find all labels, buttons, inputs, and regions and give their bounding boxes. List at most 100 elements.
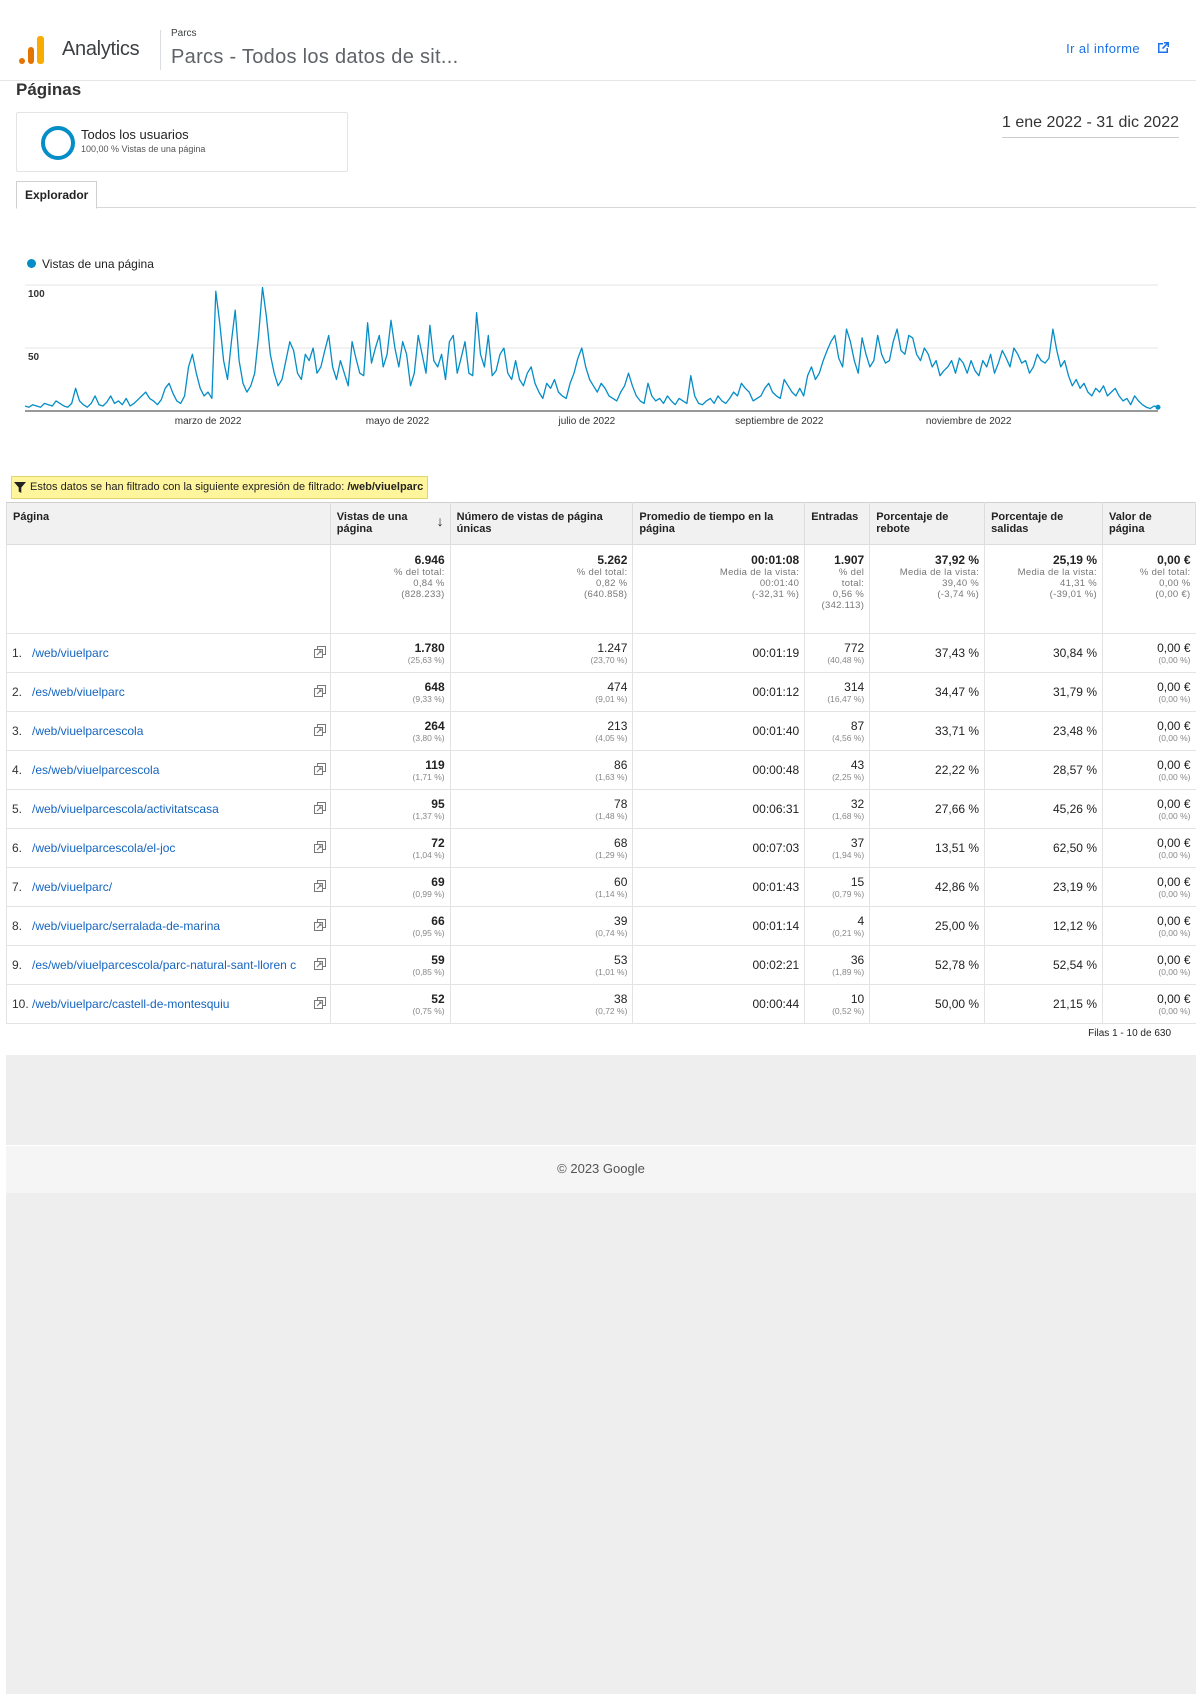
total-entries-label-1: % del bbox=[838, 567, 865, 578]
table-row[interactable]: 8./web/viuelparc/serralada-de-marina 66 (0… bbox=[6, 906, 1196, 946]
unique-value: 1.247 bbox=[597, 640, 628, 655]
views-pct: (1,71 %) bbox=[412, 771, 445, 782]
page-link[interactable]: /web/viuelparc/castell-de-montesquiu bbox=[32, 997, 229, 1011]
sort-desc-icon[interactable]: ↓ bbox=[437, 513, 444, 529]
table-row[interactable]: 3./web/viuelparcescola 264 (3,80 %) 213 (4,0… bbox=[6, 711, 1196, 751]
app-name[interactable]: Analytics bbox=[62, 38, 140, 61]
col-header-exits[interactable]: Porcentaje de salidas bbox=[984, 502, 1103, 545]
page-link[interactable]: /web/viuelparc bbox=[32, 646, 109, 660]
open-page-icon[interactable] bbox=[313, 685, 326, 697]
open-page-icon[interactable] bbox=[313, 919, 326, 931]
total-value: 0,00 € bbox=[1157, 553, 1191, 567]
bounce-value: 42,86 % bbox=[935, 879, 980, 894]
value-cell: 0,00 € (0,00 %) bbox=[1102, 945, 1196, 985]
page-link[interactable]: /web/viuelparc/ bbox=[32, 880, 112, 894]
segment-name: Todos los usuarios bbox=[81, 127, 189, 142]
total-entries: 1.907 bbox=[834, 553, 865, 567]
col-header-unique[interactable]: Número de vistas de página únicas bbox=[449, 502, 634, 545]
value-value: 0,00 € bbox=[1157, 991, 1191, 1006]
col-header-entries[interactable]: Entradas bbox=[804, 502, 871, 545]
bounce-value: 50,00 % bbox=[935, 996, 980, 1011]
pageviews-line-chart[interactable]: 100 50 marzo de 2022 mayo de 2022 julio de 2… bbox=[0, 270, 1196, 440]
open-page-icon[interactable] bbox=[313, 880, 326, 892]
entries-value: 37 bbox=[850, 835, 865, 850]
x-tick-label: mayo de 2022 bbox=[366, 416, 430, 427]
analytics-logo-icon[interactable] bbox=[19, 36, 45, 64]
table-row[interactable]: 10./web/viuelparc/castell-de-montesquiu 5… bbox=[6, 984, 1196, 1024]
col-header-avg-time[interactable]: Promedio de tiempo en la página bbox=[632, 502, 806, 545]
exits-value: 30,84 % bbox=[1052, 645, 1097, 660]
table-row[interactable]: 6./web/viuelparcescola/el-joc 72 (1,04 %) 6… bbox=[6, 828, 1196, 868]
unique-value: 60 bbox=[614, 874, 628, 889]
entries-cell: 772 (40,48 %) bbox=[804, 633, 870, 673]
table-row[interactable]: 7./web/viuelparc/69 (0,99 %) 60 (1,14 %) 00:… bbox=[6, 867, 1196, 907]
table-row[interactable]: 5./web/viuelparcescola/activitatscasa 95(… bbox=[6, 789, 1196, 829]
page-link[interactable]: /web/viuelparcescola/el-joc bbox=[32, 841, 175, 855]
table-row[interactable]: 1./web/viuelparc 1.780 (25,63 %) 1.247 (23,7… bbox=[6, 633, 1196, 673]
page-cell: 10./web/viuelparc/castell-de-montesquiu bbox=[6, 984, 331, 1024]
value-value: 0,00 € bbox=[1157, 757, 1191, 772]
goto-report-link[interactable]: Ir al informe bbox=[1066, 41, 1140, 56]
value-cell: 0,00 € (0,00 %) bbox=[1102, 906, 1196, 946]
open-page-icon[interactable] bbox=[313, 646, 326, 658]
total-unique-site: (640.858) bbox=[584, 589, 628, 600]
table-row[interactable]: 9. /es/web/viuelparcescola/parc-natural-s… bbox=[6, 945, 1196, 985]
col-header-page[interactable]: Página bbox=[6, 502, 331, 545]
table-row[interactable]: 2./es/web/viuelparc 648 (9,33 %) 474 (9,01 %… bbox=[6, 672, 1196, 712]
page-cell: 3. /web/viuelparcescola bbox=[6, 711, 331, 751]
total-exits-label: Media de la vista: bbox=[1017, 567, 1097, 578]
table-row[interactable]: 4./es/web/viuelparcescola 119 (1,71 %) 86 (1… bbox=[6, 750, 1196, 790]
open-page-icon[interactable] bbox=[313, 997, 326, 1009]
entries-cell: 36 (1,89 %) bbox=[804, 945, 870, 985]
footer-spacer bbox=[6, 1055, 1196, 1145]
unique-pct: (0,72 %) bbox=[595, 1005, 628, 1016]
avg-time-value: 00:01:40 bbox=[752, 723, 800, 738]
property-selector[interactable]: Parcs - Todos los datos de sit... bbox=[171, 46, 458, 69]
segment-card[interactable]: Todos los usuarios 100,00 % Vistas de un… bbox=[16, 112, 348, 172]
value-cell: 0,00 € (0,00 %) bbox=[1102, 750, 1196, 790]
entries-pct: (4,56 %) bbox=[832, 732, 865, 743]
external-link-icon[interactable] bbox=[1155, 40, 1171, 56]
bounce-value: 22,22 % bbox=[935, 762, 980, 777]
total-views-cell: 6.946 % del total: 0,84 % (828.233) bbox=[329, 544, 451, 634]
avg-time-value: 00:01:19 bbox=[752, 645, 800, 660]
total-bounce-cell: 37,92 % Media de la vista: 39,40 % (-3,7… bbox=[869, 544, 985, 634]
open-page-icon[interactable] bbox=[313, 763, 326, 775]
total-views-pct: 0,84 % bbox=[413, 578, 445, 589]
bounce-value: 37,43 % bbox=[935, 645, 980, 660]
top-bar: Analytics Parcs Parcs - Todos los datos … bbox=[0, 0, 1196, 81]
exits-cell: 21,15 % bbox=[984, 984, 1103, 1024]
page-link[interactable]: /web/viuelparcescola/activitatscasa bbox=[32, 802, 219, 816]
open-page-icon[interactable] bbox=[313, 958, 326, 970]
views-value: 119 bbox=[425, 757, 445, 772]
col-header-bounce[interactable]: Porcentaje de rebote bbox=[869, 502, 986, 545]
page-link[interactable]: /web/viuelparcescola bbox=[32, 724, 143, 738]
views-cell: 119 (1,71 %) bbox=[329, 750, 451, 790]
entries-pct: (0,21 %) bbox=[832, 927, 865, 938]
legend-dot-icon bbox=[27, 259, 36, 268]
avg-time-value: 00:00:44 bbox=[752, 996, 800, 1011]
row-rank: 4. bbox=[12, 763, 23, 777]
page-background bbox=[6, 1193, 1196, 1694]
series-end-point[interactable] bbox=[1155, 404, 1161, 410]
total-avg-time-cell: 00:01:08 Media de la vista: 00:01:40 (-3… bbox=[632, 544, 805, 634]
page-cell: 1. /web/viuelparc bbox=[6, 633, 331, 673]
unique-pct: (1,14 %) bbox=[595, 888, 628, 899]
page-link[interactable]: /es/web/viuelparc bbox=[32, 685, 125, 699]
open-page-icon[interactable] bbox=[313, 802, 326, 814]
page-link[interactable]: /web/viuelparc/serralada-de-marina bbox=[32, 919, 220, 933]
total-avg-time-label: Media de la vista: bbox=[719, 567, 800, 578]
total-value-site: (0,00 €) bbox=[1155, 589, 1191, 600]
tab-explorer[interactable]: Explorador bbox=[16, 181, 98, 209]
col-header-value[interactable]: Valor de página bbox=[1102, 502, 1196, 545]
date-range-picker[interactable]: 1 ene 2022 - 31 dic 2022 bbox=[1001, 114, 1179, 138]
page-link[interactable]: /es/web/viuelparcescola bbox=[32, 763, 159, 777]
bounce-cell: 37,43 % bbox=[869, 633, 985, 673]
col-header-views[interactable]: ↓ Vistas de una página bbox=[329, 502, 451, 545]
page-link[interactable]: /es/web/viuelparcescola/parc-natural-san… bbox=[32, 958, 296, 972]
y-tick-label: 50 bbox=[28, 352, 40, 363]
x-tick-label: marzo de 2022 bbox=[175, 416, 242, 427]
open-page-icon[interactable] bbox=[313, 841, 326, 853]
avg-time-cell: 00:01:40 bbox=[632, 711, 805, 751]
open-page-icon[interactable] bbox=[313, 724, 326, 736]
